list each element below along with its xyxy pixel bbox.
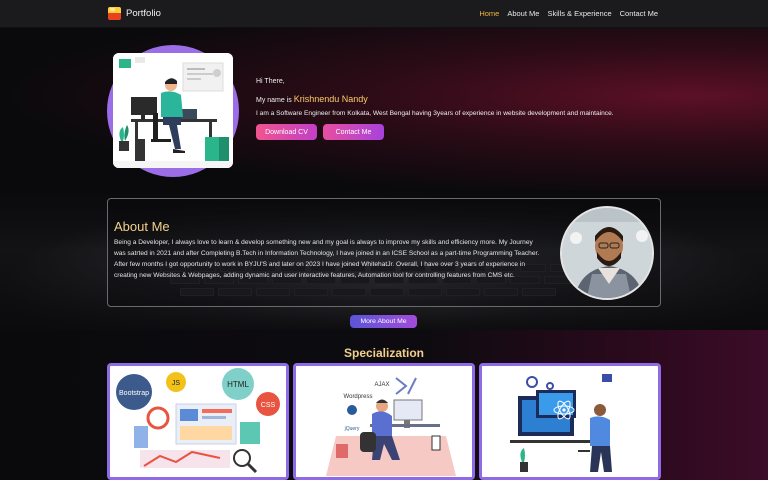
specialization-card-frontend[interactable]: Bootstrap JS HTML CSS bbox=[107, 363, 289, 480]
brand[interactable]: Portfolio bbox=[108, 7, 161, 20]
frame-icon bbox=[119, 59, 131, 68]
specialization-card-backend[interactable]: Wordpress AJAX jQuery bbox=[293, 363, 475, 480]
hero-intro: I am a Software Engineer from Kolkata, W… bbox=[256, 110, 614, 117]
js-tag: JS bbox=[172, 380, 181, 387]
nav-link-contact[interactable]: Contact Me bbox=[620, 9, 658, 18]
about-title: About Me bbox=[114, 219, 170, 234]
brand-text: Portfolio bbox=[126, 8, 161, 19]
hero-name-line: My name is Krishnendu Nandy bbox=[256, 94, 614, 104]
hero-illustration bbox=[113, 53, 233, 168]
profile-avatar bbox=[560, 206, 654, 300]
specialization-card-react[interactable] bbox=[479, 363, 661, 480]
html-tag: HTML bbox=[227, 380, 249, 389]
nav-link-skills[interactable]: Skills & Experience bbox=[547, 9, 611, 18]
navbar: Portfolio Home About Me Skills & Experie… bbox=[0, 0, 768, 28]
hero-name: Krishnendu Nandy bbox=[293, 94, 368, 104]
nav-link-about[interactable]: About Me bbox=[507, 9, 539, 18]
jquery-tag: jQuery bbox=[344, 426, 360, 432]
hero-buttons: Download CV Contact Me bbox=[256, 124, 614, 140]
more-about-me-button[interactable]: More About Me bbox=[350, 315, 417, 328]
hero-greeting: Hi There, bbox=[256, 78, 285, 85]
hero-name-prefix: My name is bbox=[256, 97, 292, 104]
css-tag: CSS bbox=[261, 402, 276, 409]
portfolio-logo-icon bbox=[108, 7, 121, 20]
nav-links: Home About Me Skills & Experience Contac… bbox=[479, 9, 658, 18]
wordpress-tag: Wordpress bbox=[344, 394, 373, 400]
download-cv-button[interactable]: Download CV bbox=[256, 124, 317, 140]
hero-text: Hi There, My name is Krishnendu Nandy I … bbox=[256, 78, 614, 140]
contact-me-button[interactable]: Contact Me bbox=[323, 124, 384, 140]
nav-link-home[interactable]: Home bbox=[479, 9, 499, 18]
bootstrap-tag: Bootstrap bbox=[119, 390, 149, 397]
about-text: Being a Developer, I always love to lear… bbox=[114, 239, 540, 279]
ajax-tag: AJAX bbox=[374, 382, 389, 388]
specialization-title: Specialization bbox=[343, 346, 425, 360]
